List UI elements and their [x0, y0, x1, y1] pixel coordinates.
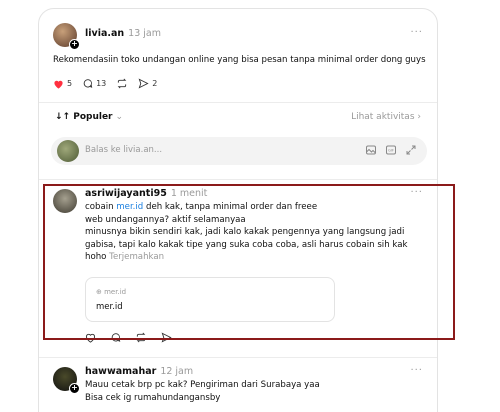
comment-line: web undangannya? aktif selamanyaa: [85, 214, 246, 225]
heart-filled-icon: [54, 80, 63, 89]
comment-text-part: deh kak, tanpa minimal order dan freee: [143, 202, 318, 212]
comment-username[interactable]: hawwamahar: [85, 366, 156, 377]
comment-count: 13: [96, 79, 107, 88]
post-author[interactable]: livia.an 13 jam: [85, 28, 161, 39]
expand-icon[interactable]: [405, 144, 417, 156]
reply-placeholder: Balas ke livia.an...: [85, 145, 163, 155]
divider: [39, 357, 437, 358]
comment-link[interactable]: mer.id: [116, 202, 143, 212]
comment-text: Mauu cetak brp pc kak? Pengiriman dari S…: [85, 379, 320, 404]
comment-more-icon[interactable]: ···: [410, 365, 423, 376]
comment-button[interactable]: 13: [82, 78, 106, 89]
view-activity-link[interactable]: Lihat aktivitas ›: [351, 112, 421, 122]
link-domain: ⊕ mer.id: [96, 288, 126, 296]
link-preview-card[interactable]: ⊕ mer.id mer.id: [85, 277, 335, 322]
sort-label: Populer: [73, 112, 113, 122]
comment-time: 12 jam: [160, 366, 194, 377]
comment-text-part: cobain: [85, 202, 117, 212]
avatar-livia[interactable]: +: [53, 23, 80, 50]
comment-more-icon[interactable]: ···: [410, 187, 423, 198]
like-button[interactable]: 5: [53, 79, 72, 89]
comment-line: minusnya bikin sendiri kak, jadi kalo ka…: [85, 227, 405, 237]
post-time: 13 jam: [128, 28, 161, 39]
comment-text: cobain mer.id deh kak, tanpa minimal ord…: [85, 201, 425, 264]
divider: [39, 179, 437, 180]
repost-icon: [117, 78, 127, 89]
repost-icon[interactable]: [135, 332, 147, 343]
send-icon[interactable]: [161, 332, 172, 343]
avatar-hawwamahar[interactable]: +: [53, 367, 80, 394]
comment-line: Bisa cek ig rumahundangansby: [85, 392, 221, 403]
link-title: mer.id: [96, 302, 123, 312]
share-button[interactable]: 2: [138, 78, 157, 89]
heart-icon[interactable]: [85, 333, 96, 343]
post-username[interactable]: livia.an: [85, 28, 124, 39]
comment-text-part: hoho: [85, 252, 107, 262]
comment-line: gabisa, tapi kalo kakak tipe yang suka c…: [85, 239, 408, 250]
link-domain-text: mer.id: [104, 288, 127, 296]
like-count: 5: [67, 79, 73, 88]
comment-icon[interactable]: [110, 332, 121, 343]
activity-label: Lihat aktivitas: [351, 112, 415, 122]
comment-line: Mauu cetak brp pc kak? Pengiriman dari S…: [85, 380, 320, 390]
sort-icon: ↓↑: [55, 112, 71, 122]
reply-icons: GIF: [365, 144, 417, 156]
divider: [39, 102, 437, 103]
share-count: 2: [152, 79, 158, 88]
sort-dropdown[interactable]: ↓↑ Populer ⌄: [55, 112, 123, 122]
globe-icon: ⊕: [96, 288, 102, 296]
thread-card: + livia.an 13 jam ··· Rekomendasiin toko …: [38, 8, 438, 412]
comment-actions: [85, 332, 172, 343]
svg-text:GIF: GIF: [388, 149, 394, 153]
comment-line: hoho Terjemahkan: [85, 251, 425, 264]
comment-time: 1 menit: [170, 188, 208, 199]
reply-input[interactable]: Balas ke livia.an... GIF: [51, 137, 427, 165]
comment-icon: [83, 79, 93, 88]
repost-button[interactable]: [116, 78, 128, 89]
my-avatar: [57, 140, 79, 162]
post-more-icon[interactable]: ···: [410, 27, 423, 38]
translate-link[interactable]: Terjemahkan: [109, 252, 164, 262]
chevron-down-icon: ⌄: [115, 112, 124, 122]
comment-line: cobain mer.id deh kak, tanpa minimal ord…: [85, 201, 425, 214]
post-actions: 5 13 2: [53, 78, 157, 89]
avatar-asriwijayanti95[interactable]: [53, 189, 77, 213]
chevron-right-icon: ›: [417, 112, 421, 122]
post-text: Rekomendasiin toko undangan online yang …: [53, 55, 426, 65]
send-icon: [138, 78, 149, 89]
comment-author[interactable]: hawwamahar 12 jam: [85, 366, 193, 377]
gif-icon[interactable]: GIF: [385, 144, 397, 156]
image-icon[interactable]: [365, 144, 377, 156]
comment-author[interactable]: asriwijayanti95 1 menit: [85, 188, 207, 199]
follow-plus-icon[interactable]: +: [69, 39, 80, 50]
follow-plus-icon[interactable]: +: [69, 383, 80, 394]
comment-username[interactable]: asriwijayanti95: [85, 188, 167, 199]
